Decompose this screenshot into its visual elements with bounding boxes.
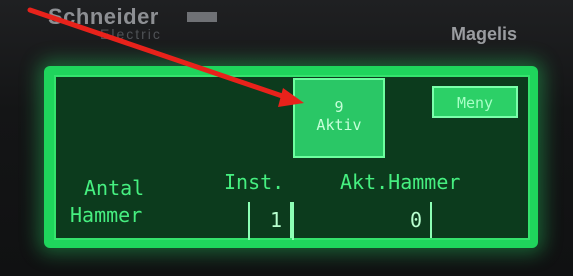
hmi-bezel: Schneider Electric Magelis 9 Aktiv Meny … [0,0,573,276]
annotation-arrow-icon [27,7,304,107]
